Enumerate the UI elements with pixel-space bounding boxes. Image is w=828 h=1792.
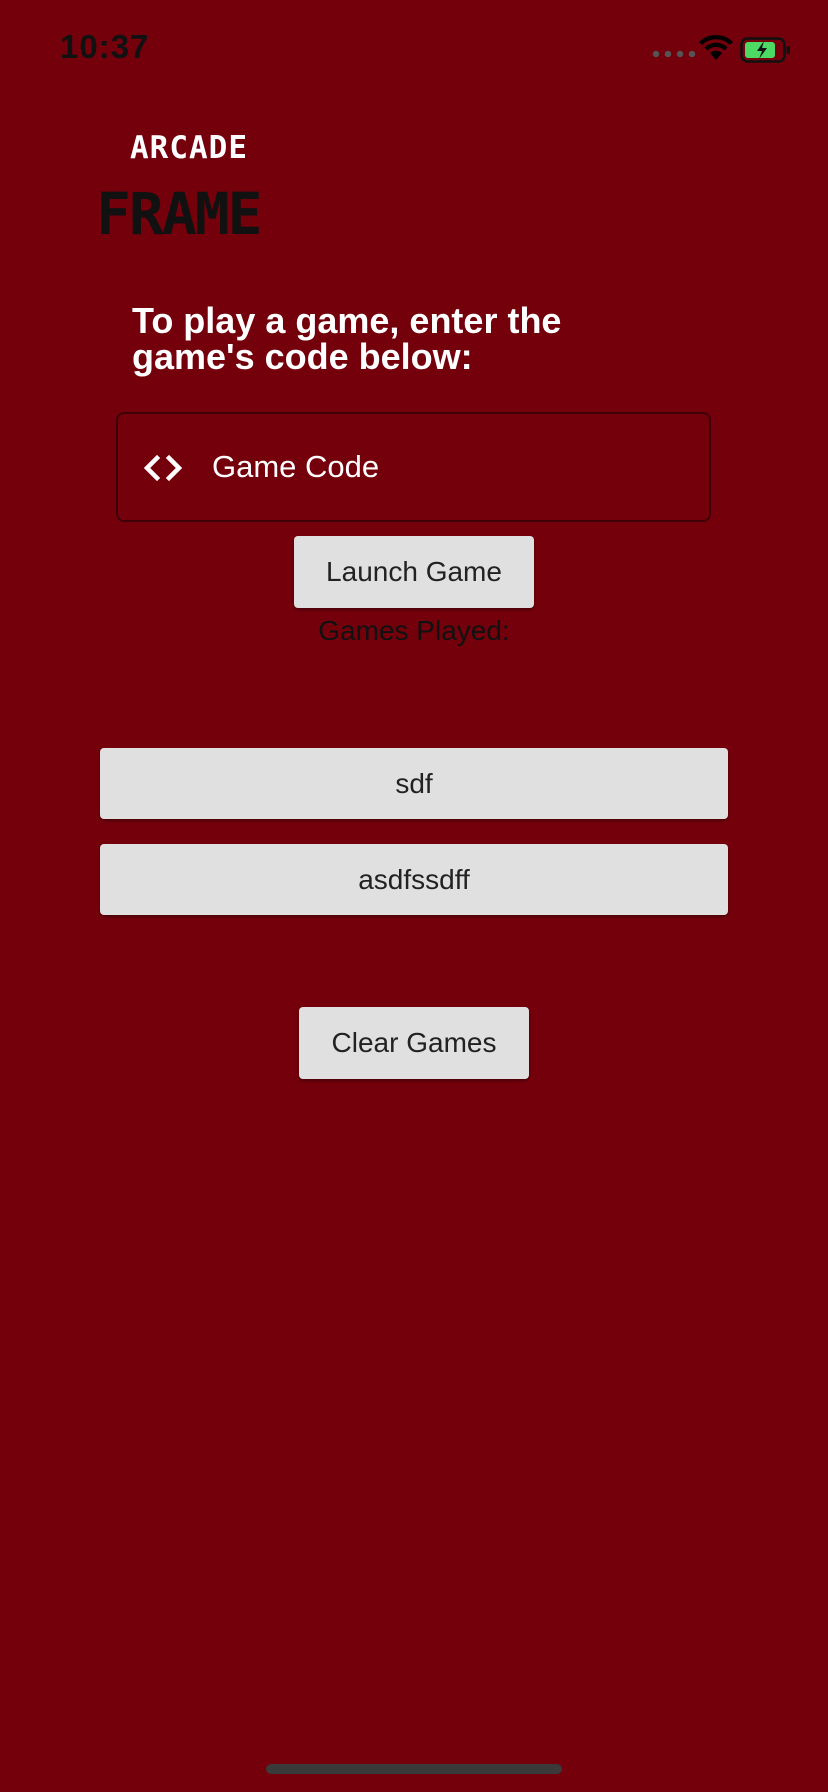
- games-played-label: Games Played:: [318, 615, 510, 646]
- clear-games-button[interactable]: Clear Games: [299, 1007, 529, 1079]
- games-played-list: sdf asdfssdff: [100, 748, 728, 940]
- launch-game-button[interactable]: Launch Game: [294, 536, 534, 608]
- cellular-signal-icon: [652, 50, 696, 58]
- svg-text:FRAME: FRAME: [96, 180, 261, 246]
- svg-text:ARCADE: ARCADE: [130, 130, 248, 166]
- status-time: 10:37: [60, 28, 150, 65]
- battery-icon: [740, 37, 790, 63]
- game-code-field[interactable]: [116, 412, 711, 522]
- instructions-text: To play a game, enter the game's code be…: [132, 300, 562, 377]
- status-bar: 10:37: [0, 0, 828, 100]
- wifi-icon: [699, 34, 733, 60]
- code-brackets-icon: [143, 454, 183, 482]
- home-indicator: [266, 1764, 562, 1774]
- arcade-frame-logo: ARCADE FRAME: [96, 130, 263, 246]
- game-code-input[interactable]: [212, 436, 682, 498]
- game-item-button[interactable]: sdf: [100, 748, 728, 819]
- game-item-button[interactable]: asdfssdff: [100, 844, 728, 915]
